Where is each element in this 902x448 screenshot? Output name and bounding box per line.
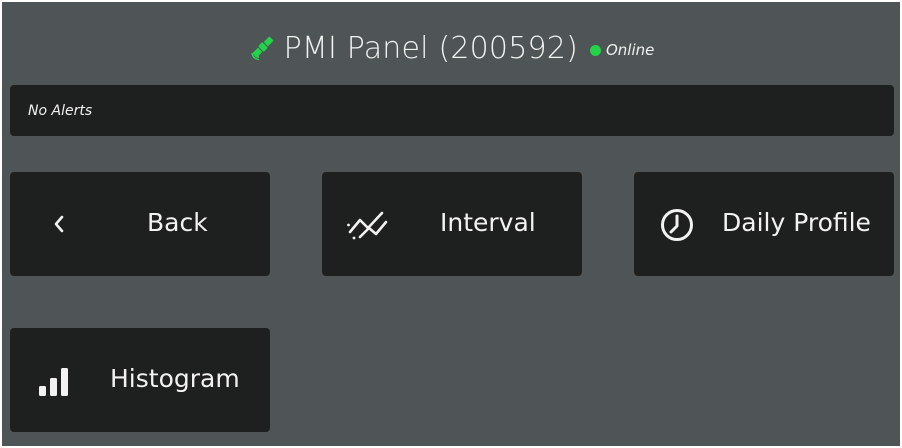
bar-chart-icon <box>39 368 68 396</box>
alerts-text: No Alerts <box>28 102 93 119</box>
histogram-button[interactable]: Histogram <box>10 328 270 432</box>
interval-button-label: Interval <box>440 208 536 237</box>
histogram-button-label: Histogram <box>110 364 240 393</box>
daily-profile-button[interactable]: Daily Profile <box>634 172 894 276</box>
back-button-label: Back <box>147 208 208 237</box>
trend-lines-icon <box>347 211 388 240</box>
panel-header: PMI Panel (200592) Online <box>2 28 900 68</box>
satellite-icon <box>250 36 274 61</box>
chevron-left-icon <box>54 215 64 233</box>
status-indicator: Online <box>589 41 655 59</box>
page-title: PMI Panel (200592) <box>283 30 578 66</box>
daily-profile-button-label: Daily Profile <box>722 208 871 237</box>
back-button[interactable]: Back <box>10 172 270 276</box>
clock-icon <box>661 209 693 241</box>
status-text: Online <box>605 41 655 59</box>
interval-button[interactable]: Interval <box>322 172 582 276</box>
status-dot-icon <box>589 44 601 56</box>
alerts-bar: No Alerts <box>10 85 894 136</box>
panel-screen: PMI Panel (200592) Online No Alerts Back… <box>2 2 900 446</box>
